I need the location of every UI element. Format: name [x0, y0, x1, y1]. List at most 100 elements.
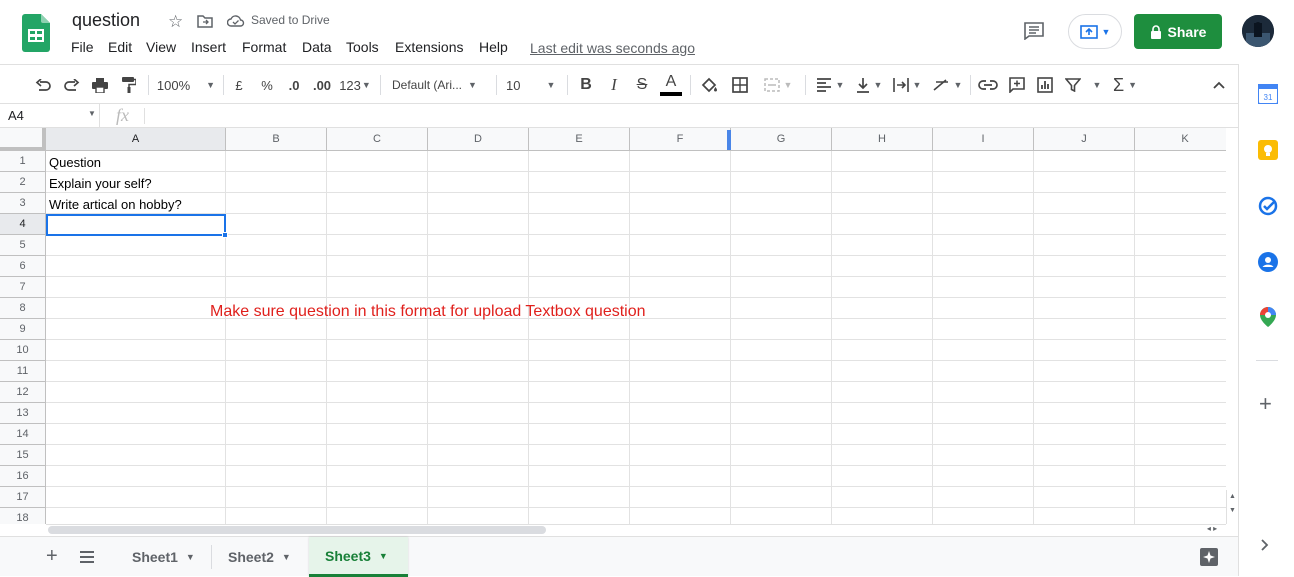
zoom-select[interactable]: 100% ▼ [156, 65, 216, 105]
italic-icon[interactable]: I [604, 65, 624, 105]
present-button[interactable]: ▼ [1068, 14, 1122, 49]
row-header-4[interactable]: 4 [0, 214, 46, 235]
row-header-11[interactable]: 11 [0, 361, 46, 382]
row-header-7[interactable]: 7 [0, 277, 46, 298]
menu-file[interactable]: File [71, 39, 94, 55]
row-header-15[interactable]: 15 [0, 445, 46, 466]
spreadsheet-grid[interactable]: A B C D E F G H I J K 1 2 3 4 5 6 7 8 9 … [0, 128, 1226, 524]
cell-a3[interactable]: Write artical on hobby? [49, 197, 182, 212]
row-header-8[interactable]: 8 [0, 298, 46, 319]
column-header-i[interactable]: I [933, 128, 1034, 151]
add-sheet-icon[interactable]: + [46, 545, 58, 568]
percent-format-button[interactable]: % [257, 65, 277, 105]
comments-icon[interactable] [1024, 22, 1044, 45]
insert-link-icon[interactable] [977, 65, 999, 105]
text-wrapping-icon[interactable]: ▼ [890, 65, 924, 105]
menu-extensions[interactable]: Extensions [395, 39, 463, 55]
formula-input[interactable] [150, 104, 1230, 128]
share-button[interactable]: Share [1134, 14, 1222, 49]
menu-format[interactable]: Format [242, 39, 286, 55]
column-header-k[interactable]: K [1135, 128, 1226, 151]
contacts-icon[interactable] [1258, 252, 1278, 277]
add-addon-icon[interactable]: + [1259, 393, 1272, 415]
vertical-align-icon[interactable]: ▼ [852, 65, 886, 105]
menu-data[interactable]: Data [302, 39, 332, 55]
font-size-select[interactable]: 10 ▼ [506, 65, 560, 105]
last-edit-link[interactable]: Last edit was seconds ago [530, 40, 695, 56]
row-header-16[interactable]: 16 [0, 466, 46, 487]
number-format-select[interactable]: 123 ▼ [338, 65, 372, 105]
row-header-17[interactable]: 17 [0, 487, 46, 508]
cloud-saved-icon[interactable] [226, 14, 245, 32]
fill-handle[interactable] [222, 232, 228, 238]
column-resize-handle[interactable] [727, 130, 731, 150]
star-icon[interactable]: ☆ [168, 12, 183, 32]
sheet-tab-2[interactable]: Sheet2 ▼ [212, 537, 307, 577]
horizontal-align-icon[interactable]: ▼ [813, 65, 847, 105]
decrease-decimal-button[interactable]: .0 [283, 65, 305, 105]
document-title[interactable]: question [72, 10, 140, 31]
insert-comment-icon[interactable] [1006, 65, 1028, 105]
column-header-a[interactable]: A [46, 128, 226, 151]
functions-icon[interactable]: Σ ▼ [1110, 65, 1140, 105]
font-family-select[interactable]: Default (Ari... ▼ [392, 65, 488, 105]
move-folder-icon[interactable] [197, 14, 213, 33]
row-header-18[interactable]: 18 [0, 508, 46, 524]
column-header-g[interactable]: G [731, 128, 832, 151]
row-header-9[interactable]: 9 [0, 319, 46, 340]
horizontal-scroll-arrows[interactable]: ◂ ▸ [1198, 524, 1226, 536]
expand-panel-icon[interactable] [1261, 538, 1269, 556]
row-header-2[interactable]: 2 [0, 172, 46, 193]
filter-icon[interactable]: ▼ [1063, 65, 1103, 105]
keep-icon[interactable] [1258, 140, 1278, 165]
paint-format-icon[interactable] [118, 65, 140, 105]
cell-a1[interactable]: Question [49, 155, 101, 170]
cell-a2[interactable]: Explain your self? [49, 176, 152, 191]
column-header-h[interactable]: H [832, 128, 933, 151]
increase-decimal-button[interactable]: .00 [310, 65, 334, 105]
column-header-e[interactable]: E [529, 128, 630, 151]
sheet-tab-1[interactable]: Sheet1 ▼ [116, 537, 211, 577]
explore-icon[interactable] [1200, 548, 1218, 571]
scroll-arrows[interactable]: ▲ ▼ [1226, 490, 1238, 524]
column-header-d[interactable]: D [428, 128, 529, 151]
all-sheets-icon[interactable] [79, 550, 95, 568]
sheet-tab-3-active[interactable]: Sheet3 ▼ [309, 537, 408, 577]
tasks-icon[interactable] [1258, 196, 1278, 221]
row-header-10[interactable]: 10 [0, 340, 46, 361]
fill-color-icon[interactable] [698, 65, 720, 105]
collapse-toolbar-icon[interactable] [1208, 65, 1230, 105]
row-header-13[interactable]: 13 [0, 403, 46, 424]
name-box[interactable]: A4 ▼ [0, 104, 100, 128]
calendar-icon[interactable]: 31 [1257, 83, 1279, 109]
row-header-3[interactable]: 3 [0, 193, 46, 214]
row-header-6[interactable]: 6 [0, 256, 46, 277]
borders-icon[interactable] [729, 65, 751, 105]
menu-tools[interactable]: Tools [346, 39, 379, 55]
column-header-b[interactable]: B [226, 128, 327, 151]
horizontal-scroll-thumb[interactable] [48, 526, 546, 534]
text-rotation-icon[interactable]: ▼ [930, 65, 964, 105]
redo-icon[interactable] [61, 65, 83, 105]
menu-view[interactable]: View [146, 39, 176, 55]
menu-insert[interactable]: Insert [191, 39, 226, 55]
print-icon[interactable] [89, 65, 111, 105]
row-header-5[interactable]: 5 [0, 235, 46, 256]
menu-help[interactable]: Help [479, 39, 508, 55]
insert-chart-icon[interactable] [1034, 65, 1056, 105]
bold-icon[interactable]: B [576, 65, 596, 105]
strikethrough-icon[interactable]: S [632, 65, 652, 105]
maps-icon[interactable] [1260, 307, 1276, 332]
merge-cells-icon[interactable]: ▼ [758, 65, 798, 105]
row-header-14[interactable]: 14 [0, 424, 46, 445]
avatar[interactable] [1242, 15, 1274, 47]
column-header-f[interactable]: F [630, 128, 731, 151]
currency-format-button[interactable]: £ [229, 65, 249, 105]
column-header-j[interactable]: J [1034, 128, 1135, 151]
menu-edit[interactable]: Edit [108, 39, 132, 55]
row-header-12[interactable]: 12 [0, 382, 46, 403]
text-color-icon[interactable]: A [660, 65, 682, 105]
row-header-1[interactable]: 1 [0, 151, 46, 172]
undo-icon[interactable] [32, 65, 54, 105]
sheets-logo-icon[interactable] [22, 14, 50, 52]
